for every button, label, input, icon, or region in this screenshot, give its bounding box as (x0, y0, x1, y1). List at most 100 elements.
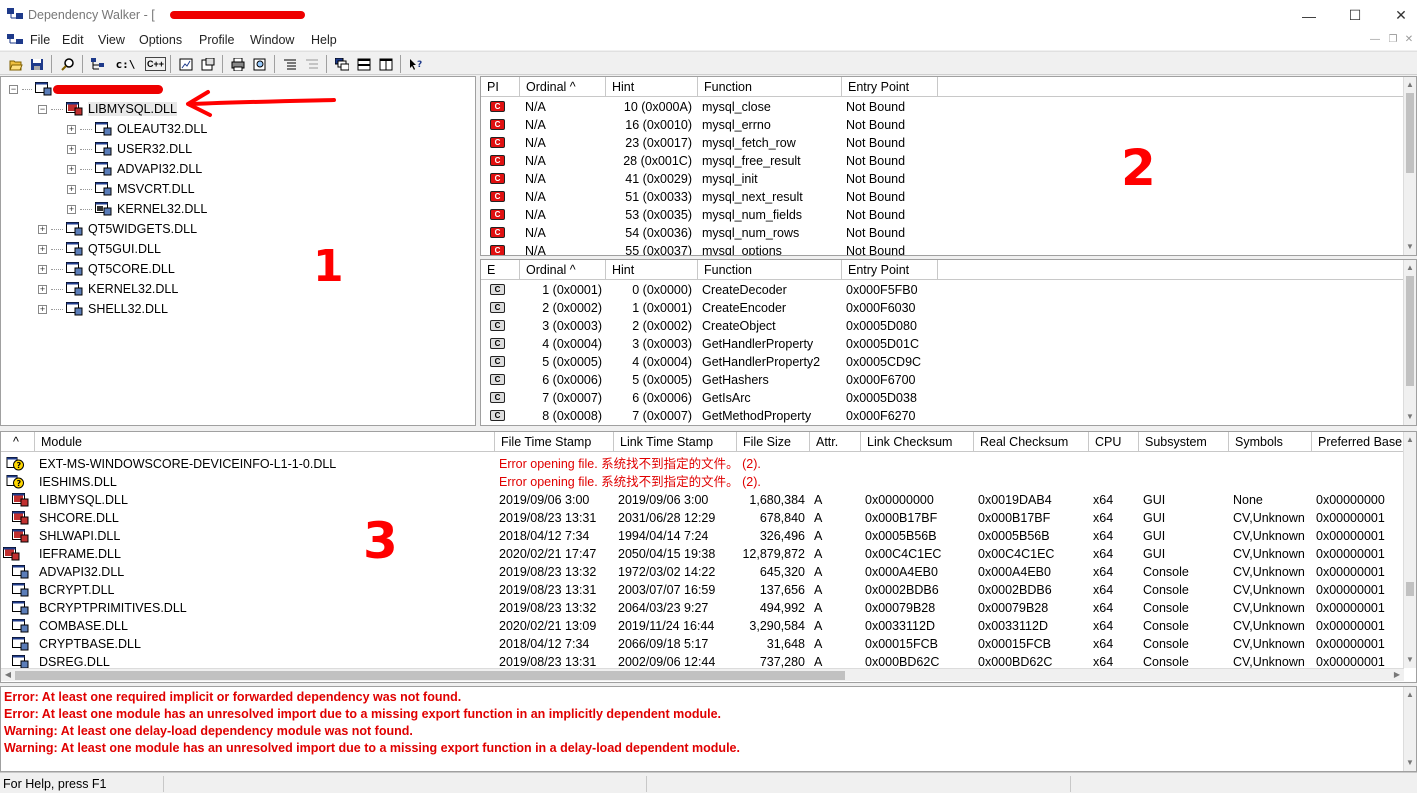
col-link-time-stamp[interactable]: Link Time Stamp (614, 432, 737, 452)
tree-node-label[interactable]: ADVAPI32.DLL (117, 162, 202, 176)
menu-file[interactable]: File (30, 33, 50, 47)
print-button[interactable] (228, 55, 247, 73)
col-hint[interactable]: Hint (606, 260, 698, 280)
properties-button[interactable] (198, 55, 217, 73)
function-row[interactable]: C N/A 28 (0x001C) mysql_free_result Not Boun… (481, 152, 1404, 170)
col-cpu[interactable]: CPU (1089, 432, 1139, 452)
expand-icon[interactable]: + (38, 304, 47, 314)
undecorate-button[interactable]: C++ (145, 57, 166, 71)
expand-icon[interactable]: + (67, 184, 76, 194)
menu-window[interactable]: Window (250, 33, 294, 47)
tree-node[interactable]: + KERNEL32.DLL (38, 279, 178, 299)
tree-node[interactable]: + QT5WIDGETS.DLL (38, 219, 197, 239)
save-button[interactable] (27, 55, 46, 73)
parent-imports-pane[interactable]: PI Ordinal ^ Hint Function Entry Point C… (480, 76, 1417, 256)
tile-vertical-button[interactable] (376, 55, 395, 73)
col-function[interactable]: Function (698, 77, 842, 97)
col-module[interactable]: Module (35, 432, 495, 452)
scroll-right-icon[interactable]: ▶ (1391, 669, 1403, 681)
modules-scrollbar[interactable]: ▲ ▼ (1403, 432, 1416, 668)
function-row[interactable]: C 8 (0x0008) 7 (0x0007) GetMethodProperty 0x… (481, 407, 1404, 425)
full-path-button[interactable]: c:\ (116, 55, 136, 73)
function-row[interactable]: C 1 (0x0001) 0 (0x0000) CreateDecoder 0x000F… (481, 281, 1404, 299)
mdi-restore-button[interactable]: ❐ (1386, 34, 1400, 46)
tree-node[interactable]: + SHELL32.DLL (38, 299, 168, 319)
print-preview-button[interactable] (250, 55, 269, 73)
function-row[interactable]: C 3 (0x0003) 2 (0x0002) CreateObject 0x0005D… (481, 317, 1404, 335)
scroll-up-icon[interactable]: ▲ (1404, 262, 1416, 274)
expand-icon[interactable]: + (38, 224, 47, 234)
tree-button[interactable] (88, 55, 107, 73)
maximize-button[interactable]: ☐ (1332, 0, 1378, 31)
module-row[interactable]: SHCORE.DLL 2019/08/23 13:31 2031/06/28 12:… (1, 509, 1404, 527)
module-row[interactable]: LIBMYSQL.DLL 2019/09/06 3:00 2019/09/06 3:… (1, 491, 1404, 509)
expand-all-button[interactable] (280, 55, 299, 73)
function-row[interactable]: C 5 (0x0005) 4 (0x0004) GetHandlerProperty2… (481, 353, 1404, 371)
col-preferred-base[interactable]: Preferred Base (1312, 432, 1404, 452)
module-list-pane[interactable]: ^ Module File Time Stamp Link Time Stamp… (0, 431, 1417, 683)
function-row[interactable]: C N/A 54 (0x0036) mysql_num_rows Not Bound (481, 224, 1404, 242)
scroll-left-icon[interactable]: ◀ (2, 669, 14, 681)
scroll-down-icon[interactable]: ▼ (1404, 757, 1416, 769)
module-row[interactable]: COMBASE.DLL 2020/02/21 13:09 2019/11/24 16… (1, 617, 1404, 635)
module-row[interactable]: BCRYPTPRIMITIVES.DLL 2019/08/23 13:32 2064… (1, 599, 1404, 617)
mdi-close-button[interactable]: ✕ (1402, 34, 1416, 46)
tree-node-label[interactable]: SHELL32.DLL (88, 302, 168, 316)
menu-options[interactable]: Options (139, 33, 182, 47)
tree-node-label[interactable]: MSVCRT.DLL (117, 182, 195, 196)
find-button[interactable] (58, 55, 77, 73)
exports-pane[interactable]: E Ordinal ^ Hint Function Entry Point C 1… (480, 259, 1417, 426)
tree-node[interactable]: + QT5GUI.DLL (38, 239, 161, 259)
menu-edit[interactable]: Edit (62, 33, 84, 47)
collapse-all-button[interactable] (302, 55, 321, 73)
menu-view[interactable]: View (98, 33, 125, 47)
tree-node-label[interactable]: KERNEL32.DLL (117, 202, 207, 216)
tree-node-label[interactable]: KERNEL32.DLL (88, 282, 178, 296)
imports-scrollbar[interactable]: ▲ ▼ (1403, 77, 1416, 255)
scroll-down-icon[interactable]: ▼ (1404, 654, 1416, 666)
tree-node-label[interactable]: QT5WIDGETS.DLL (88, 222, 197, 236)
tree-node[interactable]: + QT5CORE.DLL (38, 259, 175, 279)
col-entry-point[interactable]: Entry Point (842, 260, 938, 280)
tree-node[interactable]: − LIBMYSQL.DLL (38, 99, 177, 119)
scroll-thumb[interactable] (1406, 582, 1414, 596)
col-link-checksum[interactable]: Link Checksum (861, 432, 974, 452)
document-icon[interactable] (7, 34, 23, 47)
scroll-thumb[interactable] (1406, 276, 1414, 386)
scroll-up-icon[interactable]: ▲ (1404, 434, 1416, 446)
tree-node[interactable]: + KERNEL32.DLL (67, 199, 207, 219)
col-e[interactable]: E (481, 260, 520, 280)
col-ordinal[interactable]: Ordinal ^ (520, 260, 606, 280)
context-help-button[interactable]: ? (406, 55, 425, 73)
expand-icon[interactable]: + (38, 244, 47, 254)
modules-hscrollbar[interactable]: ◀ ▶ (1, 668, 1404, 681)
function-row[interactable]: C 6 (0x0006) 5 (0x0005) GetHashers 0x000F670… (481, 371, 1404, 389)
expand-icon[interactable]: + (38, 284, 47, 294)
tree-node-label[interactable]: USER32.DLL (117, 142, 192, 156)
function-row[interactable]: C N/A 23 (0x0017) mysql_fetch_row Not Bound (481, 134, 1404, 152)
col-file-time-stamp[interactable]: File Time Stamp (495, 432, 614, 452)
module-error-row[interactable]: ? IESHIMS.DLL Error opening file. 系统找不到指定的… (1, 473, 1404, 491)
expand-icon[interactable]: + (67, 124, 76, 134)
tile-horizontal-button[interactable] (354, 55, 373, 73)
col-ordinal[interactable]: Ordinal ^ (520, 77, 606, 97)
log-pane[interactable]: Error: At least one required implicit or… (0, 686, 1417, 772)
expand-icon[interactable]: + (67, 164, 76, 174)
function-row[interactable]: C 4 (0x0004) 3 (0x0003) GetHandlerProperty 0… (481, 335, 1404, 353)
scroll-thumb[interactable] (15, 671, 845, 680)
scroll-down-icon[interactable]: ▼ (1404, 411, 1416, 423)
menu-help[interactable]: Help (311, 33, 337, 47)
tree-node[interactable]: + OLEAUT32.DLL (67, 119, 207, 139)
function-row[interactable]: C N/A 16 (0x0010) mysql_errno Not Bound (481, 116, 1404, 134)
collapse-icon[interactable]: − (38, 104, 47, 114)
tree-node-label[interactable]: QT5CORE.DLL (88, 262, 175, 276)
mdi-minimize-button[interactable]: — (1368, 34, 1382, 46)
scroll-thumb[interactable] (1406, 93, 1414, 173)
module-row[interactable]: ADVAPI32.DLL 2019/08/23 13:32 1972/03/02 1… (1, 563, 1404, 581)
log-scrollbar[interactable]: ▲ ▼ (1403, 687, 1416, 771)
tree-root[interactable]: − (9, 79, 163, 99)
function-row[interactable]: C N/A 41 (0x0029) mysql_init Not Bound (481, 170, 1404, 188)
expand-icon[interactable]: + (67, 144, 76, 154)
close-button[interactable]: ✕ (1378, 0, 1417, 31)
col-file-size[interactable]: File Size (737, 432, 810, 452)
